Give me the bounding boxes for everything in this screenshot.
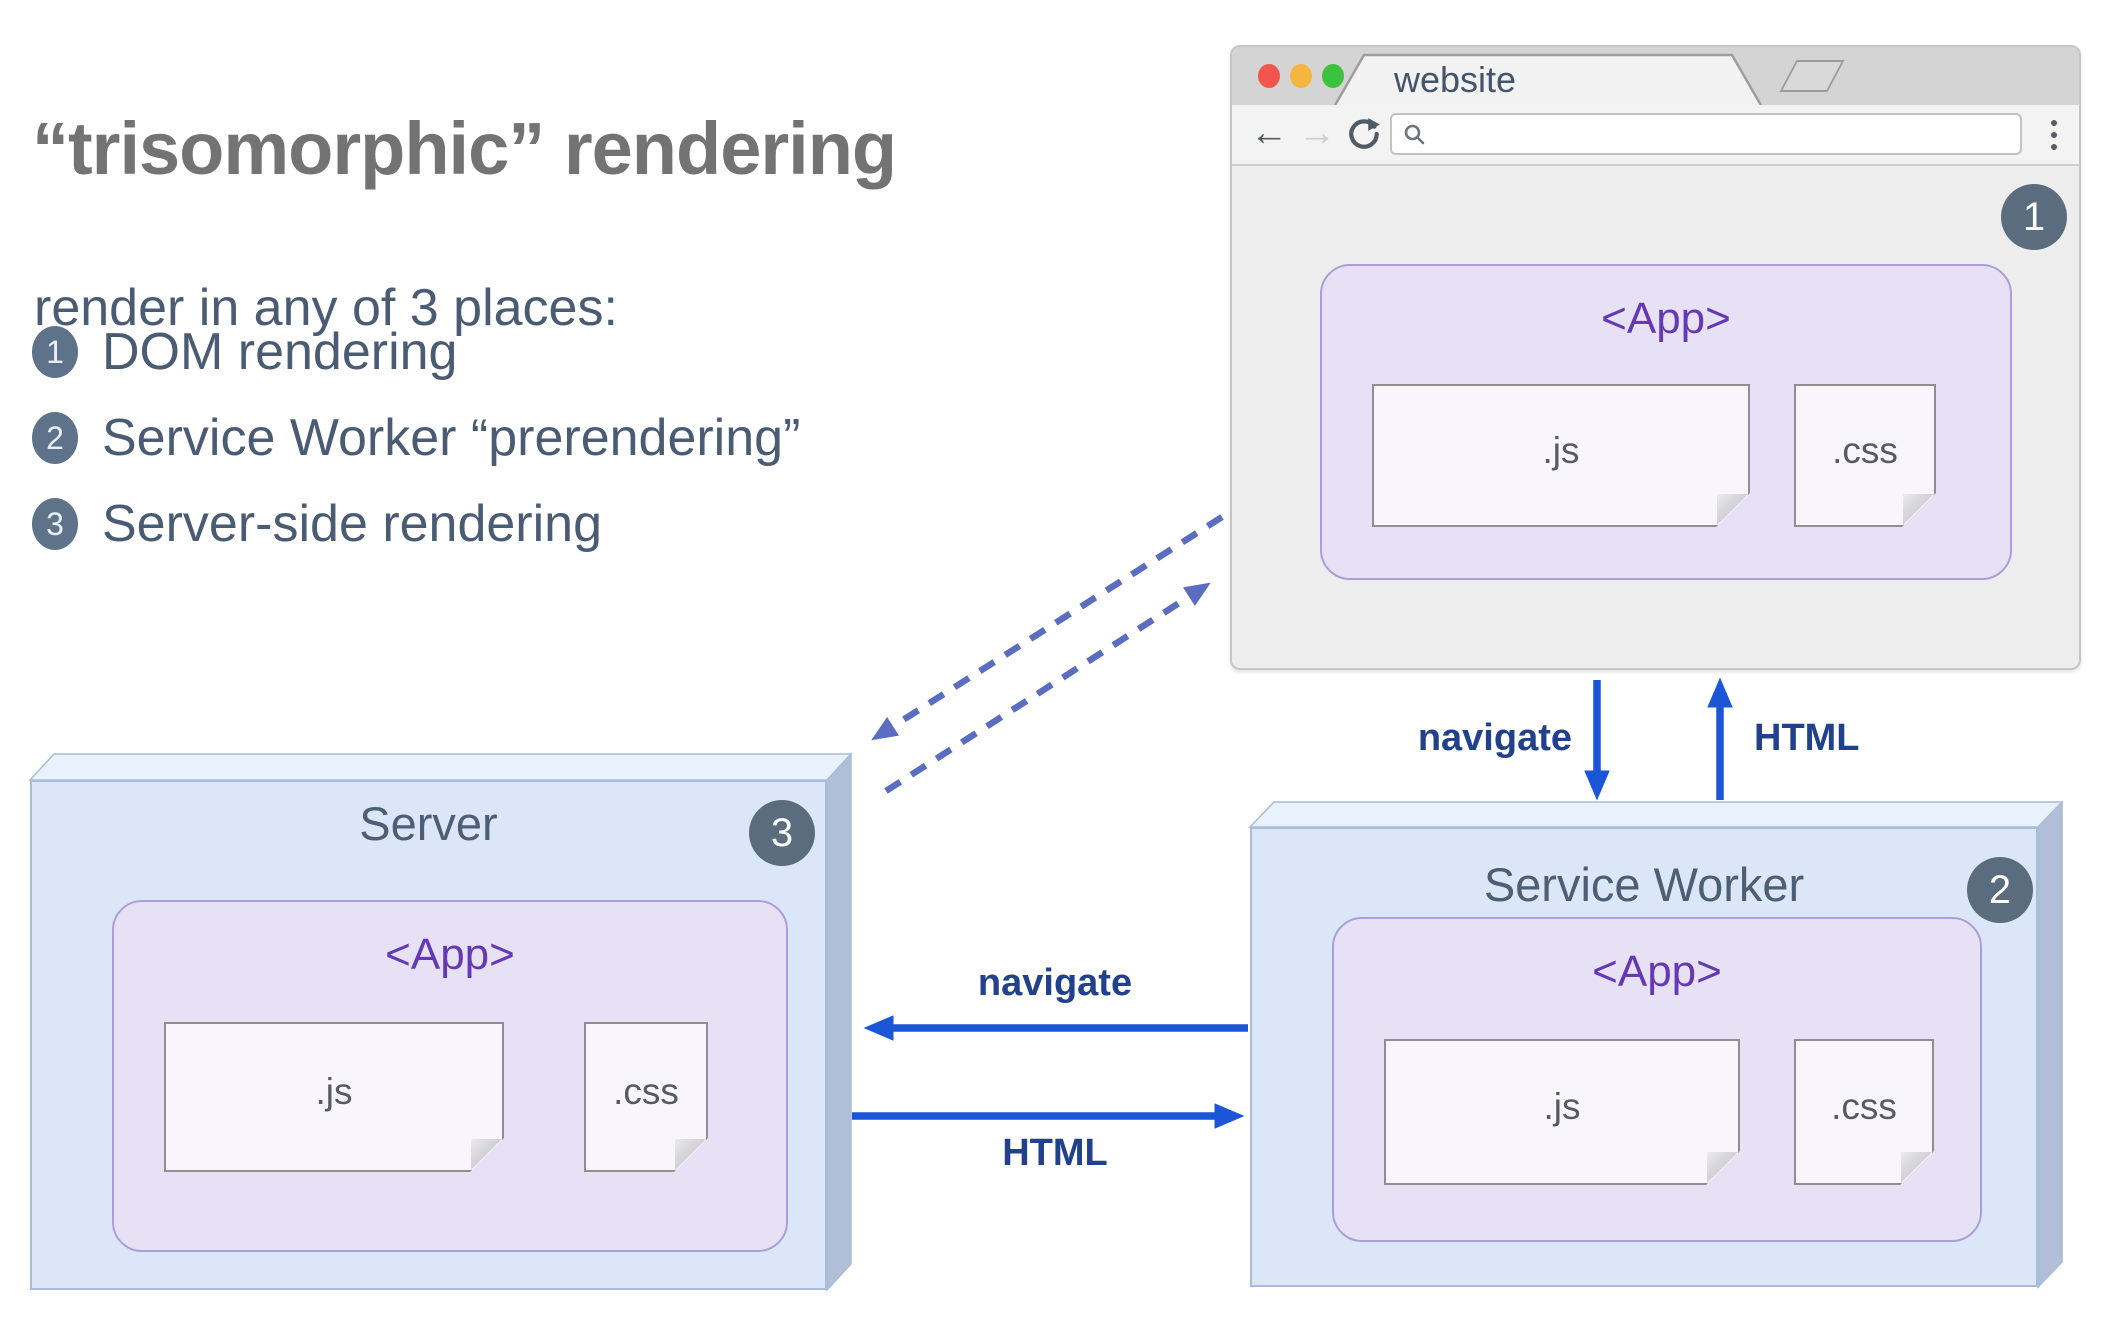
- legend-label: Service Worker “prerendering”: [102, 409, 801, 467]
- css-file: .css: [1794, 1039, 1934, 1185]
- legend-item-dom: 1 DOM rendering: [32, 323, 800, 381]
- legend-list: 1 DOM rendering 2 Service Worker “preren…: [32, 323, 801, 582]
- step-badge-2: 2: [1967, 857, 2033, 923]
- service-worker-box: Service Worker 2 <App> .js .css: [1250, 827, 2038, 1287]
- server-box-side-face: [826, 752, 852, 1292]
- search-icon: [1404, 124, 1425, 145]
- url-input[interactable]: [1436, 117, 2014, 151]
- js-file: .js: [1372, 384, 1750, 527]
- legend-item-service-worker: 2 Service Worker “prerendering”: [32, 409, 801, 467]
- legend-label: DOM rendering: [102, 323, 458, 381]
- app-label: <App>: [385, 930, 515, 979]
- forward-button[interactable]: →: [1298, 109, 1336, 157]
- tab-title: website: [1394, 59, 1517, 100]
- css-file: .css: [584, 1022, 708, 1172]
- window-close-icon[interactable]: [1258, 64, 1280, 88]
- css-file-label: .css: [1832, 429, 1898, 471]
- legend-item-server-side: 3 Server-side rendering: [32, 495, 800, 553]
- html-label-horizontal: HTML: [1002, 1132, 1108, 1174]
- service-worker-title: Service Worker: [1483, 858, 1805, 911]
- dashed-arrow-server-to-browser: [884, 582, 1211, 794]
- app-label: <App>: [1592, 947, 1722, 996]
- browser-menu-icon[interactable]: [2051, 120, 2057, 150]
- browser-titlebar: website: [1232, 47, 2079, 107]
- js-file-label: .js: [1543, 1086, 1581, 1127]
- browser-app-box: <App> .js .css: [1320, 264, 2012, 580]
- new-tab-button[interactable]: [1779, 60, 1845, 92]
- js-file-label: .js: [315, 1071, 353, 1112]
- browser-window: website ← → 1 <App> .js .css: [1230, 45, 2081, 670]
- legend-badge-3: 3: [32, 498, 78, 550]
- step-badge-1: 1: [2001, 184, 2067, 250]
- server-app-box: <App> .js .css: [112, 900, 788, 1252]
- trisomorphic-rendering-diagram: “trisomorphic” rendering render in any o…: [0, 0, 2108, 1328]
- navigate-label-vertical: navigate: [1417, 717, 1572, 759]
- legend-badge-1: 1: [32, 326, 78, 378]
- browser-toolbar: ← →: [1232, 105, 2079, 166]
- css-file-label: .css: [1831, 1086, 1897, 1127]
- service-worker-app-box: <App> .js .css: [1332, 917, 1982, 1242]
- page-title: “trisomorphic” rendering: [32, 106, 897, 190]
- navigate-label-horizontal: navigate: [977, 962, 1133, 1004]
- js-file: .js: [164, 1022, 504, 1172]
- js-file-label: .js: [1542, 429, 1580, 471]
- service-worker-box-side-face: [2037, 800, 2063, 1289]
- dashed-arrow-browser-to-server: [871, 514, 1224, 741]
- app-label: <App>: [1601, 294, 1731, 343]
- window-minimize-icon[interactable]: [1290, 64, 1312, 88]
- legend-badge-2: 2: [32, 412, 78, 464]
- server-box: Server 3 <App> .js .css: [30, 780, 827, 1290]
- legend-label: Server-side rendering: [102, 495, 603, 553]
- html-label-vertical: HTML: [1754, 717, 1860, 759]
- step-badge-3: 3: [749, 800, 815, 866]
- server-title: Server: [359, 797, 498, 850]
- js-file: .js: [1384, 1039, 1740, 1185]
- url-bar[interactable]: [1390, 113, 2022, 155]
- service-worker-box-top-face: [1248, 801, 2064, 828]
- back-button[interactable]: ←: [1250, 109, 1288, 157]
- reload-icon[interactable]: [1346, 116, 1382, 152]
- css-file-label: .css: [613, 1071, 679, 1112]
- css-file: .css: [1794, 384, 1936, 527]
- server-box-top-face: [28, 753, 853, 781]
